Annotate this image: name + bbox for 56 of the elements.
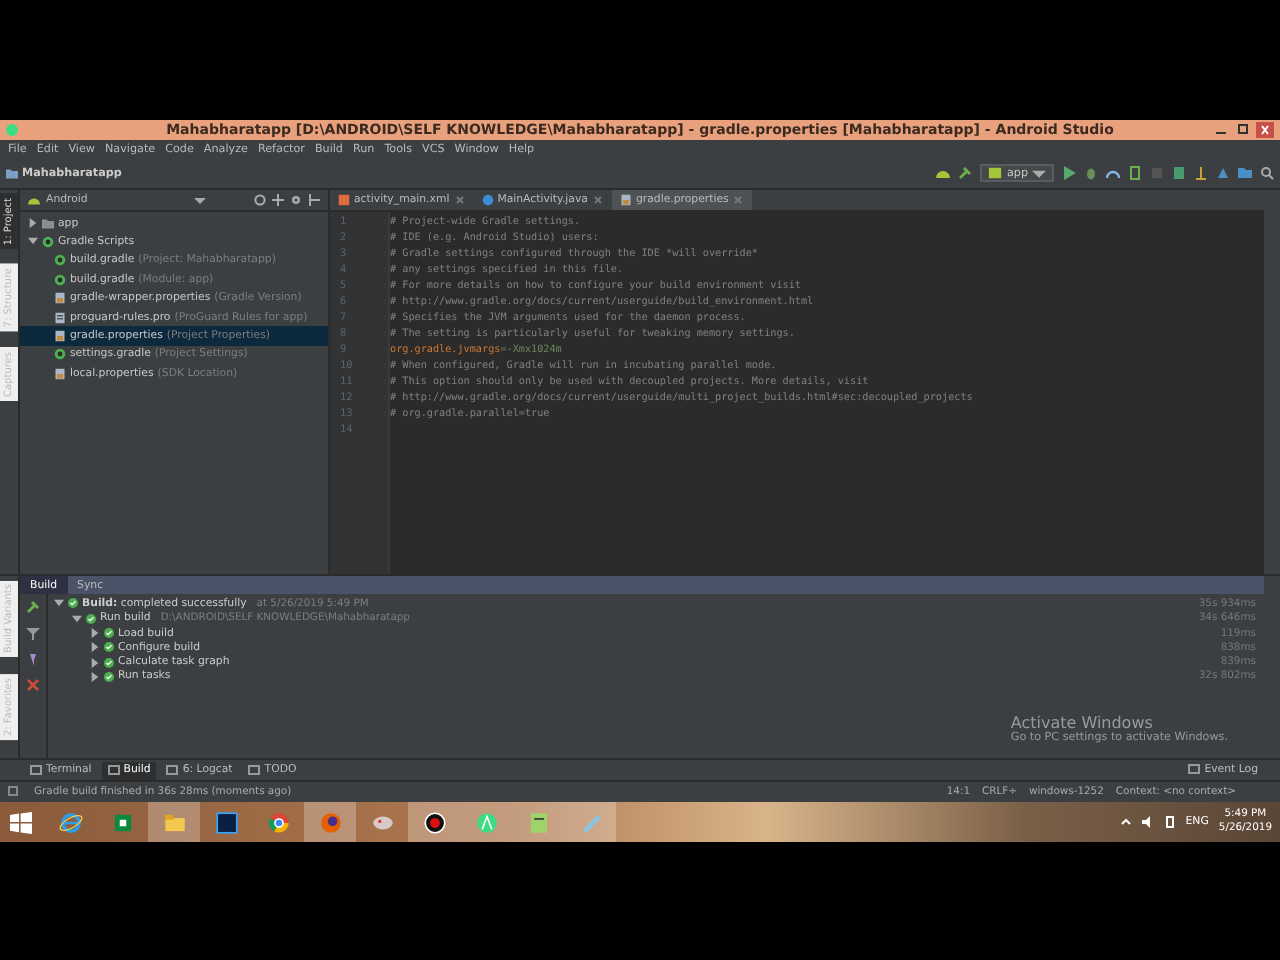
settings-icon[interactable] xyxy=(290,193,302,206)
close-icon[interactable] xyxy=(26,678,40,693)
success-icon xyxy=(86,613,96,624)
folder-icon[interactable] xyxy=(1238,166,1252,181)
run-icon[interactable] xyxy=(1062,166,1076,181)
chrome-app-icon xyxy=(265,809,291,835)
collapsed-arrow-icon[interactable] xyxy=(90,671,100,682)
store-app-icon xyxy=(109,809,135,835)
collapsed-arrow-icon[interactable] xyxy=(90,628,100,639)
expanded-arrow-icon[interactable] xyxy=(54,598,64,609)
properties-file-icon xyxy=(54,329,66,342)
success-icon xyxy=(104,657,114,668)
success-icon xyxy=(68,598,78,609)
folder-icon xyxy=(42,217,54,230)
gradle-file-icon xyxy=(54,348,66,361)
android-icon[interactable] xyxy=(936,166,951,181)
caret-icon xyxy=(1032,166,1046,181)
hammer-icon[interactable] xyxy=(958,166,973,181)
maximize-icon[interactable] xyxy=(1234,122,1252,138)
windows-start-icon[interactable] xyxy=(10,811,32,833)
taskbar-app-button[interactable] xyxy=(408,802,460,842)
notepad-app-icon xyxy=(525,809,551,835)
close-icon[interactable] xyxy=(1256,122,1274,138)
close-icon[interactable] xyxy=(591,193,604,206)
ie-app-icon xyxy=(57,809,83,835)
properties-file-icon xyxy=(54,292,66,305)
search-icon[interactable] xyxy=(1260,166,1274,181)
collapsed-arrow-icon[interactable] xyxy=(90,642,100,653)
close-icon[interactable] xyxy=(453,193,466,206)
project-folder-icon xyxy=(6,167,18,180)
activation-title: Activate Windows xyxy=(1010,714,1153,733)
properties-file-icon xyxy=(619,193,632,206)
caret-icon[interactable] xyxy=(193,193,206,206)
speaker-icon[interactable] xyxy=(1141,816,1154,828)
expanded-arrow-icon[interactable] xyxy=(28,236,38,247)
battery-icon[interactable] xyxy=(1163,816,1176,828)
expanded-arrow-icon[interactable] xyxy=(72,613,82,624)
collapsed-arrow-icon[interactable] xyxy=(90,657,100,668)
file-icon xyxy=(54,311,66,324)
android-studio-icon xyxy=(6,124,18,136)
properties-file-icon xyxy=(54,367,66,380)
record-app-icon xyxy=(421,809,447,835)
class-file-icon xyxy=(481,193,494,206)
xml-file-icon xyxy=(338,193,350,206)
filter-icon[interactable] xyxy=(26,626,40,641)
firefox-app-icon xyxy=(317,809,343,835)
collapsed-arrow-icon[interactable] xyxy=(28,218,38,229)
explorer-app-icon xyxy=(161,809,187,835)
success-icon xyxy=(104,642,114,653)
hammer-icon[interactable] xyxy=(26,600,40,615)
chevron-up-icon[interactable] xyxy=(1119,816,1132,828)
android-app-icon xyxy=(473,809,499,835)
android-icon xyxy=(28,193,40,206)
success-icon xyxy=(104,628,114,639)
photoshop-app-icon xyxy=(213,809,239,835)
success-icon xyxy=(104,671,114,682)
